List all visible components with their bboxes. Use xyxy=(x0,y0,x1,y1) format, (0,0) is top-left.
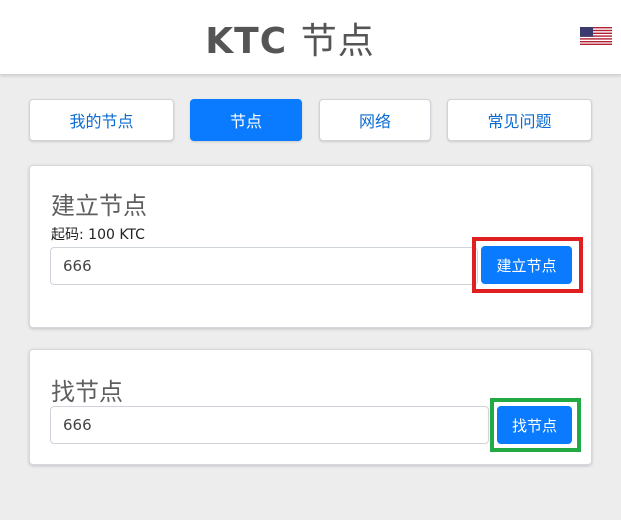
tab-label: 节点 xyxy=(229,112,262,131)
create-node-button[interactable]: 建立节点 xyxy=(481,246,572,284)
find-node-card: 找节点 找节点 xyxy=(29,349,592,465)
find-node-button[interactable]: 找节点 xyxy=(497,406,572,444)
tab-my-nodes[interactable]: 我的节点 xyxy=(29,99,174,141)
find-node-title: 找节点 xyxy=(51,378,123,406)
app-header: KTC 节点 xyxy=(0,0,621,75)
tab-label: 我的节点 xyxy=(69,112,134,131)
tab-label: 网络 xyxy=(358,112,391,131)
us-flag-icon[interactable] xyxy=(580,27,612,45)
tab-nodes[interactable]: 节点 xyxy=(190,99,302,141)
page-title-cn: 节点 xyxy=(300,21,375,62)
page-title: KTC 节点 xyxy=(0,12,580,64)
create-node-card: 建立节点 起码: 100 KTC 建立节点 xyxy=(29,165,592,328)
tab-faq[interactable]: 常见问题 xyxy=(447,99,592,141)
find-node-input[interactable] xyxy=(50,406,489,444)
create-node-input[interactable] xyxy=(50,247,478,285)
tab-network[interactable]: 网络 xyxy=(319,99,431,141)
minimum-amount-label: 起码: 100 KTC xyxy=(51,227,145,243)
tab-label: 常见问题 xyxy=(487,112,552,131)
page-title-latin: KTC xyxy=(205,21,288,62)
create-node-title: 建立节点 xyxy=(51,192,147,220)
